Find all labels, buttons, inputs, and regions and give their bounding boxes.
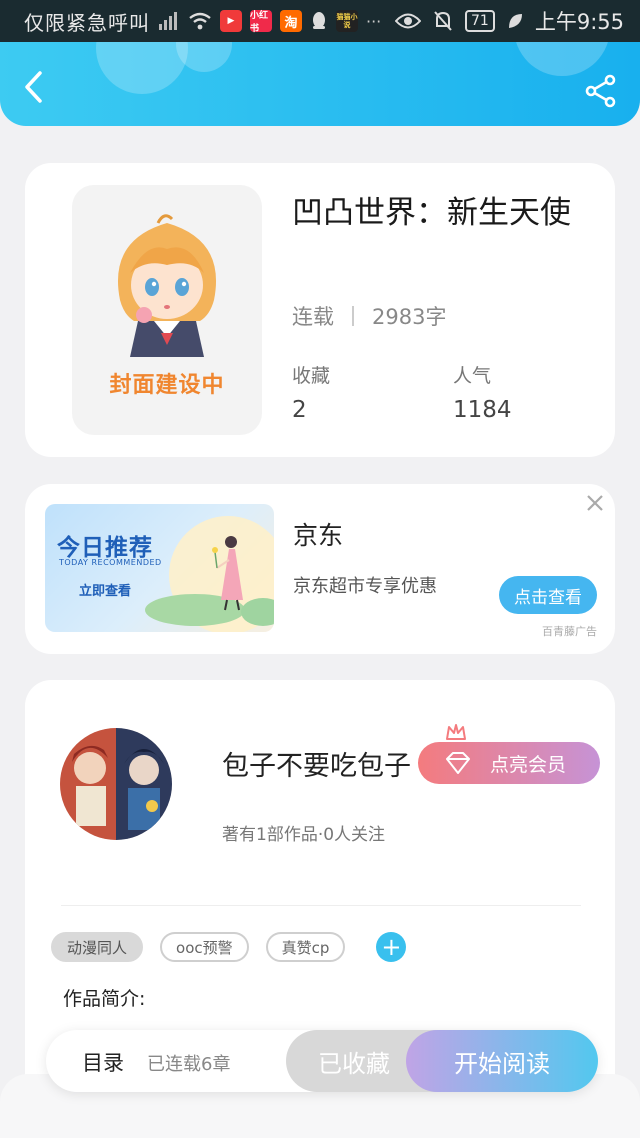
tag-item[interactable]: 动漫同人 xyxy=(51,932,144,962)
divider xyxy=(61,905,581,906)
anime-girl-illustration xyxy=(117,214,217,357)
status-icons: ▶ 小红书 淘 猫猫小说 ··· xyxy=(158,10,382,34)
video-app-icon: ▶ xyxy=(220,10,242,32)
novel-app-icon: 猫猫小说 xyxy=(336,10,358,32)
banner-view-now: 立即查看 xyxy=(79,584,132,599)
book-info-card: 封面建设中 凹凸世界：新生天使 连载 2983字 收藏 2 人气 1184 xyxy=(25,163,615,457)
qq-icon xyxy=(313,12,325,29)
status-bar: 仅限紧急呼叫 ▶ 小红书 淘 猫猫小说 ··· 71 上午9:55 xyxy=(0,0,640,42)
share-icon[interactable] xyxy=(584,74,618,108)
leaf-icon xyxy=(508,14,522,28)
favorites-count: 2 xyxy=(292,397,307,423)
table-of-contents-link[interactable]: 目录 xyxy=(82,1047,124,1077)
wifi-icon xyxy=(189,12,211,30)
ad-view-button[interactable]: 点击查看 xyxy=(499,576,597,614)
banner-subtitle: TODAY RECOMMENDED xyxy=(59,558,162,567)
close-icon[interactable] xyxy=(584,492,606,514)
decorative-bubble xyxy=(514,42,610,76)
diamond-icon xyxy=(446,752,470,774)
bottom-action-bar: 目录 已连载6章 已收藏 开始阅读 xyxy=(46,1030,598,1092)
synopsis-heading: 作品简介: xyxy=(63,988,146,1010)
carrier-text: 仅限紧急呼叫 xyxy=(24,10,150,35)
signal-icon xyxy=(159,12,177,30)
avatar-illustration xyxy=(60,728,172,840)
book-meta: 连载 2983字 xyxy=(292,301,446,331)
vip-button-label: 点亮会员 xyxy=(490,753,567,776)
ad-banner-image[interactable]: 今日推荐 TODAY RECOMMENDED 立即查看 xyxy=(45,504,274,632)
mute-bell-icon xyxy=(434,11,452,31)
popularity-count: 1184 xyxy=(453,397,512,423)
book-cover[interactable]: 封面建设中 xyxy=(72,185,262,435)
tag-list: 动漫同人 ooc预警 真赞cp + xyxy=(51,932,407,962)
decorative-bubble xyxy=(96,42,188,94)
top-header xyxy=(0,42,640,126)
clock: 上午9:55 xyxy=(534,10,624,34)
back-arrow-icon[interactable] xyxy=(20,70,50,104)
xiaohongshu-app-icon: 小红书 xyxy=(250,10,272,34)
add-tag-button[interactable]: + xyxy=(376,932,407,962)
book-status: 连载 xyxy=(292,305,334,329)
author-stats: 著有1部作品·0人关注 xyxy=(222,825,386,845)
battery-indicator: 71 xyxy=(465,10,495,32)
tag-item[interactable]: ooc预警 xyxy=(160,932,249,962)
ad-source-label: 百青藤广告 xyxy=(542,625,597,638)
taobao-app-icon: 淘 xyxy=(280,10,302,32)
chapter-count: 已连载6章 xyxy=(147,1054,231,1075)
book-title: 凹凸世界：新生天使 xyxy=(292,195,571,231)
favorites-label: 收藏 xyxy=(292,365,331,387)
banner-title: 今日推荐 xyxy=(57,535,153,561)
more-notifications-icon: ··· xyxy=(366,11,382,31)
crown-icon xyxy=(446,724,466,740)
decorative-bubble xyxy=(176,42,232,72)
word-count: 2983字 xyxy=(372,305,447,329)
start-reading-button[interactable]: 开始阅读 xyxy=(406,1030,598,1092)
ad-card: 今日推荐 TODAY RECOMMENDED 立即查看 京东 京东超市专享优惠 … xyxy=(25,484,615,654)
popularity-label: 人气 xyxy=(453,365,492,387)
woman-figure-illustration xyxy=(145,536,274,626)
meta-divider xyxy=(352,306,354,326)
eye-icon xyxy=(395,13,421,29)
author-name: 包子不要吃包子 xyxy=(222,751,411,782)
cover-placeholder-text: 封面建设中 xyxy=(109,373,225,398)
tag-item[interactable]: 真赞cp xyxy=(265,932,346,962)
ad-title: 京东 xyxy=(293,521,344,550)
avatar[interactable] xyxy=(60,728,172,840)
ad-description: 京东超市专享优惠 xyxy=(293,576,437,597)
